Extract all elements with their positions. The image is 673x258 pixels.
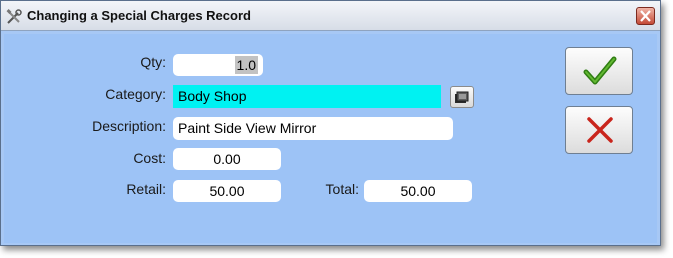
qty-field[interactable]: 1.0 bbox=[173, 54, 263, 76]
cancel-button[interactable] bbox=[565, 106, 633, 154]
close-button[interactable] bbox=[636, 7, 655, 25]
tools-icon bbox=[6, 9, 22, 25]
total-field[interactable]: 50.00 bbox=[364, 180, 472, 202]
cost-field[interactable]: 0.00 bbox=[173, 148, 281, 170]
close-icon bbox=[640, 10, 651, 22]
checkmark-icon bbox=[583, 56, 617, 85]
window-title: Changing a Special Charges Record bbox=[27, 8, 251, 23]
total-label: Total: bbox=[325, 181, 359, 197]
title-bar[interactable]: Changing a Special Charges Record bbox=[1, 1, 660, 31]
x-icon bbox=[587, 117, 613, 143]
description-label: Description: bbox=[92, 118, 166, 134]
folder-icon bbox=[455, 91, 469, 103]
ok-button[interactable] bbox=[565, 47, 633, 95]
qty-value: 1.0 bbox=[234, 56, 258, 74]
category-field[interactable]: Body Shop bbox=[173, 85, 441, 108]
description-field[interactable]: Paint Side View Mirror bbox=[173, 117, 453, 140]
dialog-window: Changing a Special Charges Record Qty: 1… bbox=[0, 0, 661, 246]
category-browse-button[interactable] bbox=[450, 86, 474, 108]
retail-field[interactable]: 50.00 bbox=[173, 180, 281, 202]
qty-label: Qty: bbox=[140, 54, 166, 70]
retail-label: Retail: bbox=[126, 181, 166, 197]
category-label: Category: bbox=[105, 86, 166, 102]
cost-label: Cost: bbox=[133, 150, 166, 166]
form-area: Qty: 1.0 Category: Body Shop Description… bbox=[4, 34, 657, 243]
